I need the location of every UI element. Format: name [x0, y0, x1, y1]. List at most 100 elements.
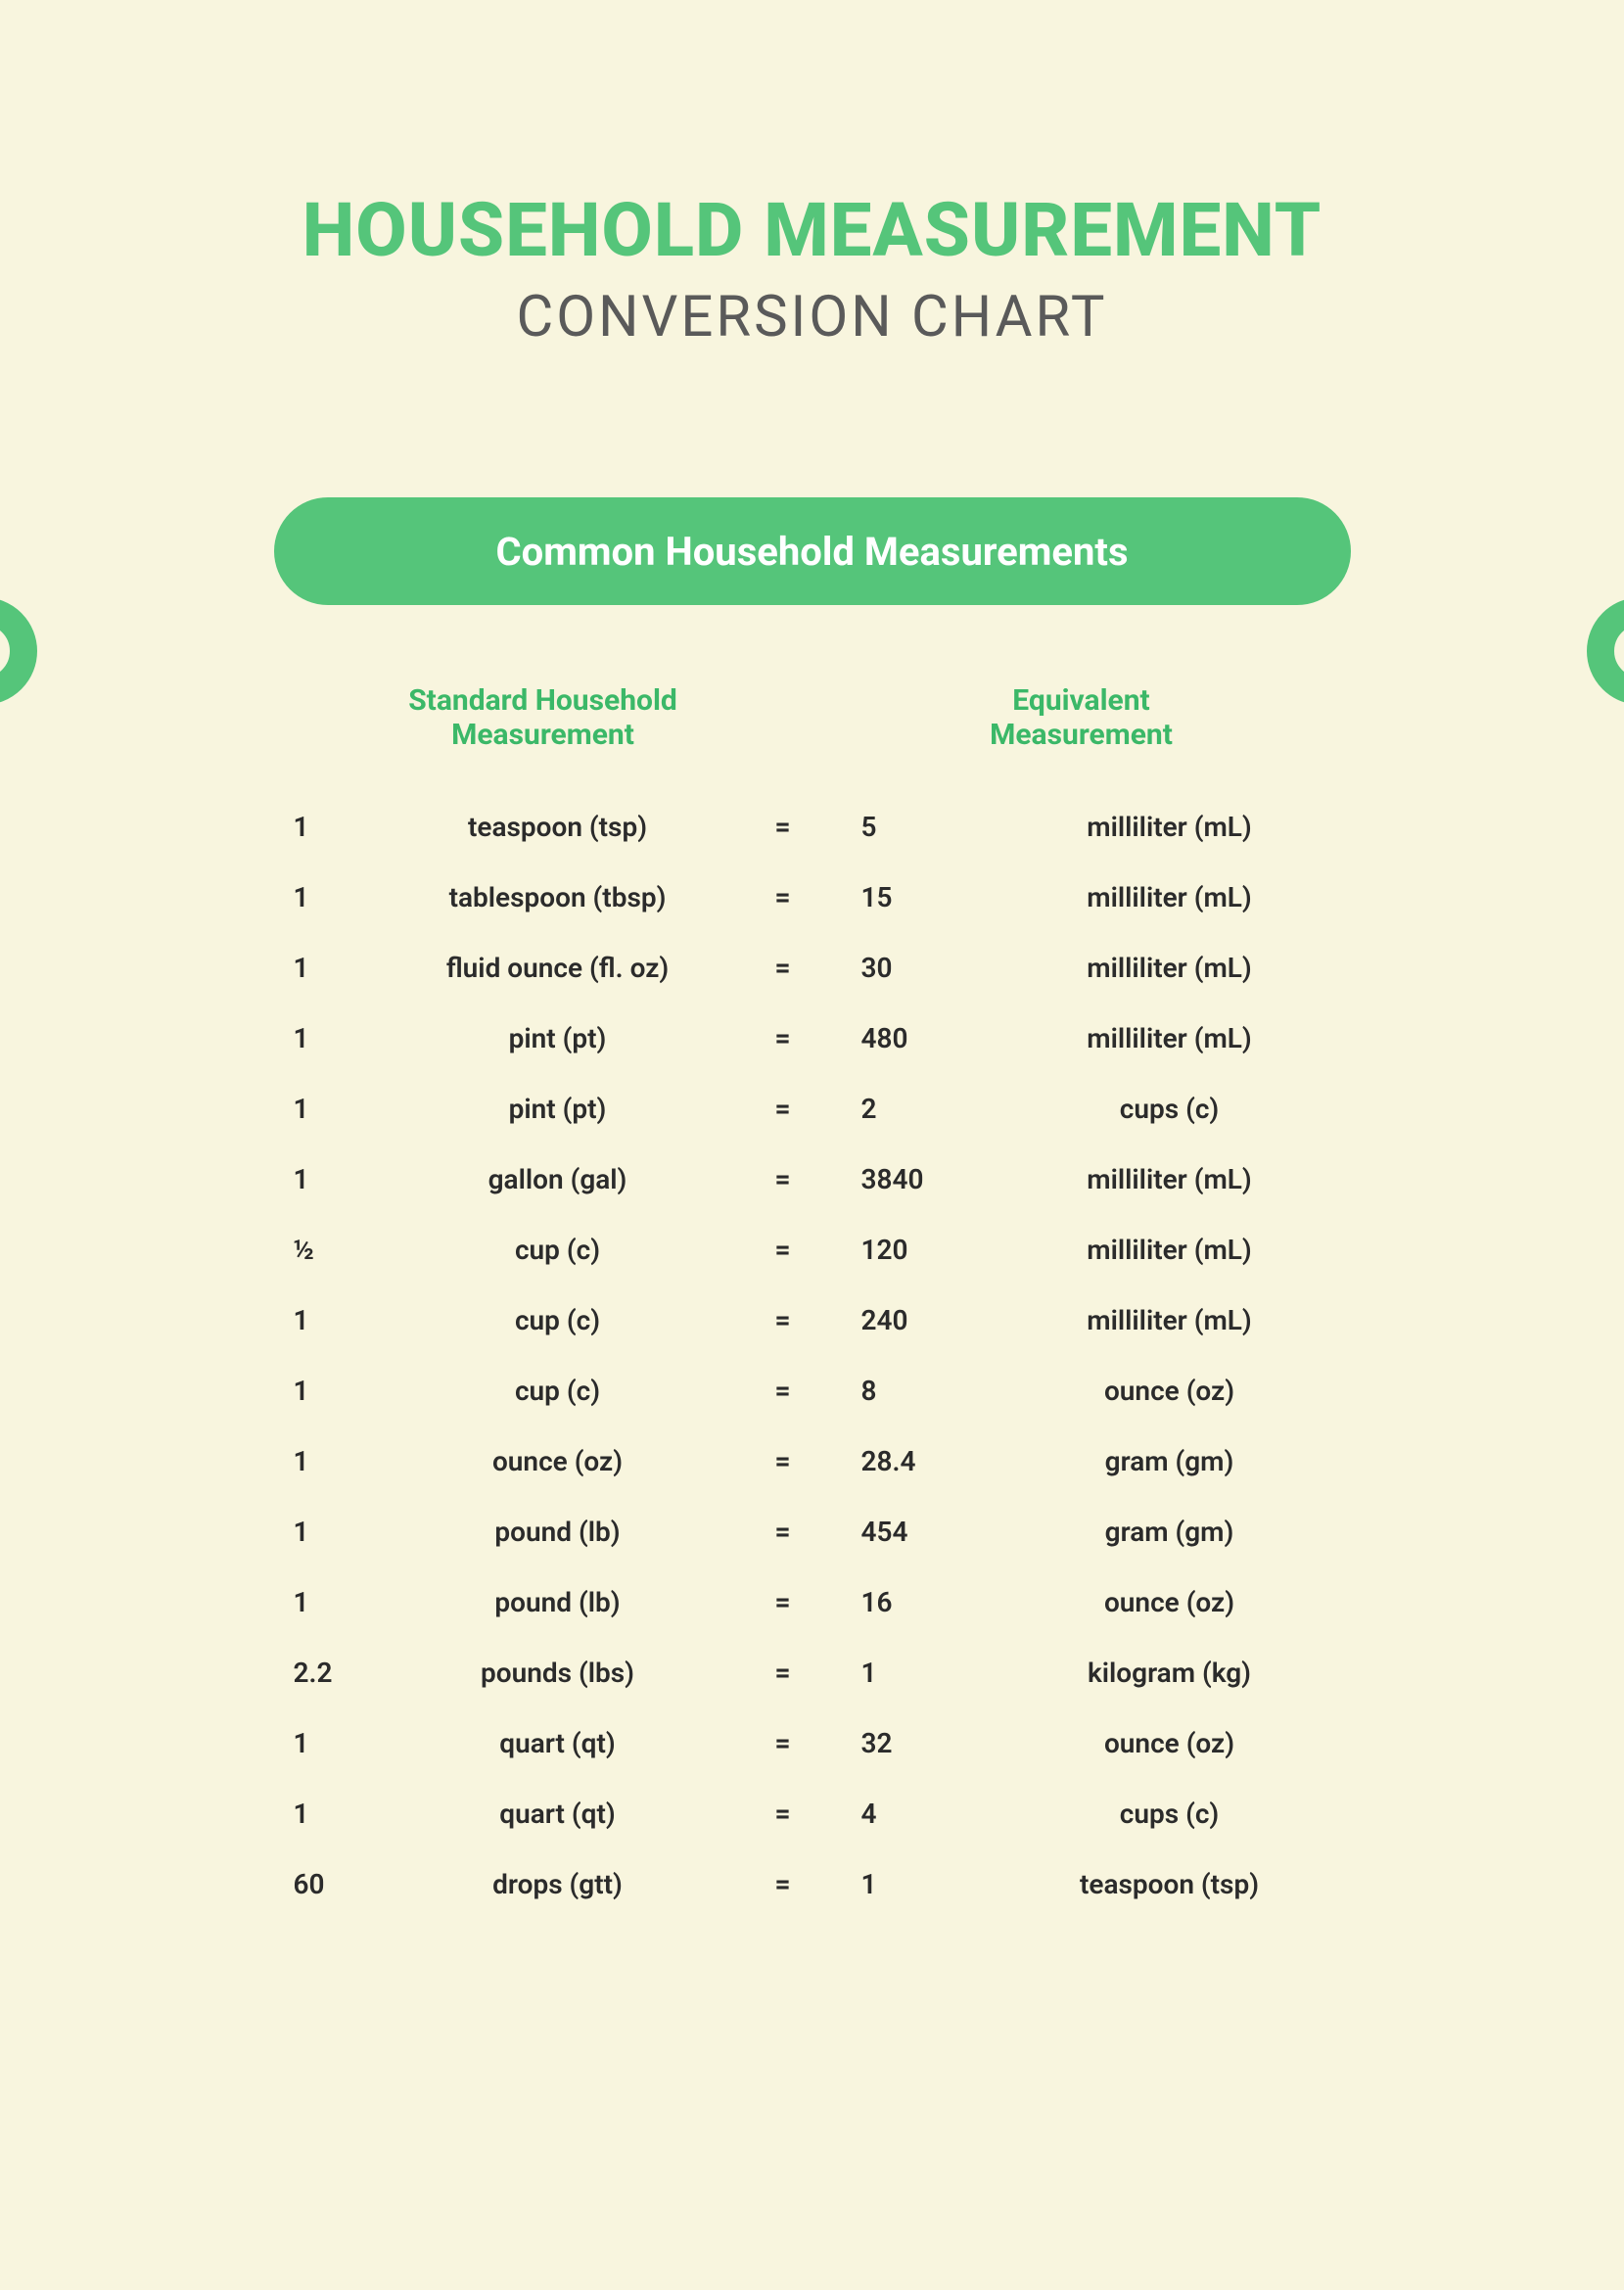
cell-qty-b: 2 [842, 1093, 989, 1125]
decorative-ring-right [1587, 597, 1624, 705]
decorative-ring-left [0, 597, 37, 705]
cell-unit-a: pound (lb) [392, 1586, 724, 1618]
cell-unit-b: cups (c) [989, 1798, 1351, 1830]
cell-unit-b: cups (c) [989, 1093, 1351, 1125]
cell-qty-b: 30 [842, 952, 989, 984]
cell-qty-a: 1 [274, 1093, 392, 1125]
cell-qty-b: 240 [842, 1304, 989, 1336]
cell-qty-a: 1 [274, 1516, 392, 1548]
cell-qty-a: 1 [274, 952, 392, 984]
table-row: ½cup (c)=120milliliter (mL) [274, 1214, 1351, 1285]
cell-qty-b: 4 [842, 1798, 989, 1830]
table-row: 1tablespoon (tbsp)=15milliliter (mL) [274, 862, 1351, 932]
cell-qty-a: 1 [274, 1163, 392, 1195]
cell-equals: = [724, 1868, 842, 1900]
cell-qty-b: 120 [842, 1234, 989, 1266]
cell-unit-b: teaspoon (tsp) [989, 1868, 1351, 1900]
page-title-sub: CONVERSION CHART [0, 284, 1624, 351]
column-header-left: Standard Household Measurement [274, 683, 812, 752]
cell-unit-b: gram (gm) [989, 1445, 1351, 1477]
table-row: 1quart (qt)=32ounce (oz) [274, 1707, 1351, 1778]
cell-unit-a: cup (c) [392, 1234, 724, 1266]
cell-equals: = [724, 1022, 842, 1054]
cell-qty-b: 5 [842, 811, 989, 843]
cell-qty-a: 60 [274, 1868, 392, 1900]
table-row: 1pound (lb)=16ounce (oz) [274, 1566, 1351, 1637]
cell-unit-a: ounce (oz) [392, 1445, 724, 1477]
cell-qty-a: 1 [274, 811, 392, 843]
cell-equals: = [724, 1657, 842, 1689]
cell-qty-a: 1 [274, 1375, 392, 1407]
table-row: 1pint (pt)=480milliliter (mL) [274, 1003, 1351, 1073]
table-row: 1teaspoon (tsp)=5milliliter (mL) [274, 791, 1351, 862]
cell-unit-a: pint (pt) [392, 1093, 724, 1125]
cell-unit-b: gram (gm) [989, 1516, 1351, 1548]
table-row: 1quart (qt)=4cups (c) [274, 1778, 1351, 1848]
table-row: 1gallon (gal)=3840milliliter (mL) [274, 1144, 1351, 1214]
cell-qty-a: ½ [274, 1234, 392, 1266]
cell-qty-a: 1 [274, 1798, 392, 1830]
table-row: 1cup (c)=8ounce (oz) [274, 1355, 1351, 1425]
cell-unit-b: milliliter (mL) [989, 1234, 1351, 1266]
cell-equals: = [724, 1727, 842, 1759]
cell-qty-a: 1 [274, 1445, 392, 1477]
cell-unit-a: tablespoon (tbsp) [392, 881, 724, 913]
cell-equals: = [724, 1586, 842, 1618]
cell-equals: = [724, 1234, 842, 1266]
cell-unit-a: gallon (gal) [392, 1163, 724, 1195]
cell-equals: = [724, 1445, 842, 1477]
cell-qty-b: 28.4 [842, 1445, 989, 1477]
cell-qty-a: 1 [274, 1304, 392, 1336]
section-label: Common Household Measurements [496, 529, 1129, 575]
cell-unit-a: quart (qt) [392, 1727, 724, 1759]
cell-qty-a: 1 [274, 881, 392, 913]
conversion-table: 1teaspoon (tsp)=5milliliter (mL)1tablesp… [274, 791, 1351, 1919]
cell-unit-a: pint (pt) [392, 1022, 724, 1054]
cell-unit-a: fluid ounce (fl. oz) [392, 952, 724, 984]
cell-unit-b: ounce (oz) [989, 1586, 1351, 1618]
cell-qty-b: 16 [842, 1586, 989, 1618]
cell-equals: = [724, 952, 842, 984]
cell-unit-a: pounds (lbs) [392, 1657, 724, 1689]
cell-unit-b: milliliter (mL) [989, 1022, 1351, 1054]
cell-unit-a: cup (c) [392, 1375, 724, 1407]
cell-unit-a: drops (gtt) [392, 1868, 724, 1900]
cell-qty-b: 8 [842, 1375, 989, 1407]
cell-equals: = [724, 881, 842, 913]
cell-equals: = [724, 1516, 842, 1548]
title-block: HOUSEHOLD MEASUREMENT CONVERSION CHART [0, 0, 1624, 351]
cell-unit-a: cup (c) [392, 1304, 724, 1336]
cell-qty-b: 32 [842, 1727, 989, 1759]
table-row: 1ounce (oz)=28.4gram (gm) [274, 1425, 1351, 1496]
cell-qty-b: 1 [842, 1657, 989, 1689]
cell-qty-a: 1 [274, 1022, 392, 1054]
cell-qty-b: 1 [842, 1868, 989, 1900]
cell-qty-b: 3840 [842, 1163, 989, 1195]
table-row: 1cup (c)=240milliliter (mL) [274, 1285, 1351, 1355]
table-row: 60drops (gtt)=1teaspoon (tsp) [274, 1848, 1351, 1919]
cell-qty-b: 454 [842, 1516, 989, 1548]
page-title-main: HOUSEHOLD MEASUREMENT [0, 186, 1624, 274]
cell-unit-b: milliliter (mL) [989, 952, 1351, 984]
cell-equals: = [724, 1093, 842, 1125]
table-row: 2.2pounds (lbs)=1kilogram (kg) [274, 1637, 1351, 1707]
table-row: 1fluid ounce (fl. oz)=30milliliter (mL) [274, 932, 1351, 1003]
cell-unit-b: milliliter (mL) [989, 881, 1351, 913]
cell-unit-a: teaspoon (tsp) [392, 811, 724, 843]
column-header-right: Equivalent Measurement [812, 683, 1351, 752]
cell-equals: = [724, 811, 842, 843]
cell-qty-a: 2.2 [274, 1657, 392, 1689]
cell-unit-b: milliliter (mL) [989, 1163, 1351, 1195]
cell-qty-a: 1 [274, 1727, 392, 1759]
table-row: 1pint (pt)=2cups (c) [274, 1073, 1351, 1144]
cell-qty-a: 1 [274, 1586, 392, 1618]
cell-qty-b: 15 [842, 881, 989, 913]
cell-unit-b: kilogram (kg) [989, 1657, 1351, 1689]
column-headers: Standard Household Measurement Equivalen… [274, 683, 1351, 752]
table-row: 1pound (lb)=454gram (gm) [274, 1496, 1351, 1566]
cell-unit-b: ounce (oz) [989, 1375, 1351, 1407]
section-pill: Common Household Measurements [274, 497, 1351, 605]
cell-equals: = [724, 1163, 842, 1195]
cell-unit-a: quart (qt) [392, 1798, 724, 1830]
cell-equals: = [724, 1798, 842, 1830]
